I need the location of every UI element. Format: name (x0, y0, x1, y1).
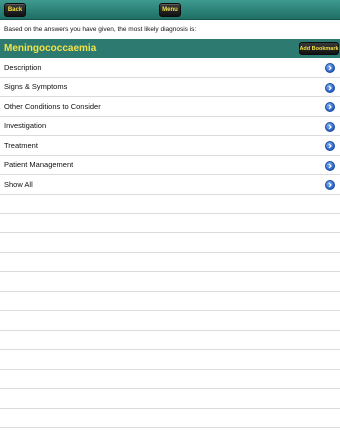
add-bookmark-button[interactable]: Add Bookmark (299, 42, 339, 55)
list-item-treatment[interactable]: Treatment (0, 136, 340, 156)
empty-row (0, 214, 340, 233)
list-item-label: Investigation (4, 121, 47, 131)
list-item-patient-management[interactable]: Patient Management (0, 156, 340, 175)
back-button[interactable]: Back (4, 3, 26, 17)
empty-row (0, 389, 340, 409)
list-item-signs-symptoms[interactable]: Signs & Symptoms (0, 78, 340, 97)
list-item-label: Patient Management (4, 160, 74, 170)
chevron-right-circle-icon[interactable] (325, 82, 335, 93)
empty-row (0, 409, 340, 428)
chevron-right-circle-icon[interactable] (325, 63, 335, 73)
empty-row (0, 350, 340, 370)
list-item-label: Signs & Symptoms (4, 82, 68, 92)
empty-row (0, 331, 340, 350)
list-item-investigation[interactable]: Investigation (0, 117, 340, 136)
list-item-show-all[interactable]: Show All (0, 175, 340, 195)
empty-row (0, 272, 340, 292)
menu-button[interactable]: Menu (159, 3, 181, 17)
empty-table-rows (0, 194, 340, 445)
diagnosis-section-list: Description Signs & Symptoms Other Condi… (0, 58, 340, 195)
diagnosis-header: Meningococcaemia Add Bookmark (0, 39, 340, 58)
chevron-right-circle-icon[interactable] (325, 102, 335, 112)
empty-row (0, 370, 340, 389)
chevron-right-circle-icon[interactable] (325, 121, 335, 132)
list-item-label: Description (4, 62, 42, 72)
top-navigation-bar: Back Menu (0, 0, 340, 20)
empty-row (0, 233, 340, 253)
list-item-other-conditions[interactable]: Other Conditions to Consider (0, 97, 340, 117)
list-item-description[interactable]: Description (0, 58, 340, 78)
empty-row (0, 292, 340, 311)
empty-row (0, 253, 340, 272)
intro-text: Based on the answers you have given, the… (4, 26, 197, 33)
list-item-label: Treatment (4, 140, 38, 150)
chevron-right-circle-icon[interactable] (325, 180, 335, 190)
list-item-label: Show All (4, 179, 33, 189)
chevron-right-circle-icon[interactable] (325, 160, 335, 171)
empty-row (0, 311, 340, 331)
chevron-right-circle-icon[interactable] (325, 141, 335, 151)
diagnosis-title: Meningococcaemia (4, 43, 97, 54)
empty-row (0, 194, 340, 214)
list-item-label: Other Conditions to Consider (4, 101, 101, 111)
